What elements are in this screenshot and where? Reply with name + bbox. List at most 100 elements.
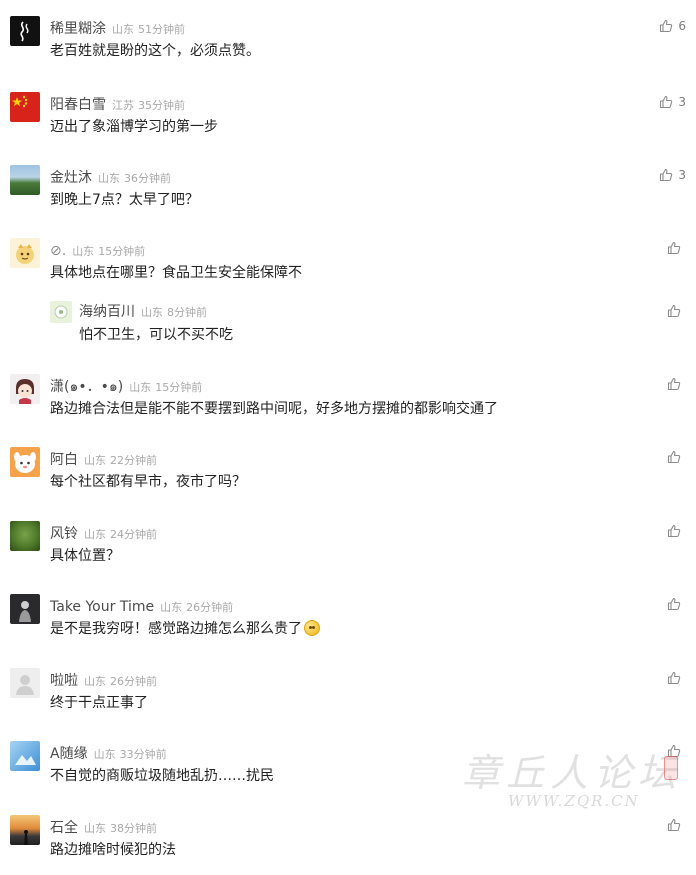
region: 山东 [72, 245, 95, 258]
comment-meta: 山东 24分钟前 [84, 528, 157, 541]
avatar[interactable] [10, 668, 40, 698]
thumbs-up-icon [667, 450, 681, 464]
avatar[interactable] [10, 815, 40, 845]
comment-meta: 山东 15分钟前 [129, 381, 202, 394]
username[interactable]: 阳春白雪 [50, 97, 106, 113]
like-button[interactable] [667, 303, 686, 319]
comment-text: 不自觉的商贩垃圾随地乱扔……扰民 [50, 768, 274, 784]
comment-text: 路边摊合法但是能不能不要摆到路中间呢，好多地方摆摊的都影响交通了 [50, 401, 498, 417]
like-count: 3 [678, 168, 686, 182]
avatar[interactable] [10, 238, 40, 268]
region: 山东 [129, 381, 152, 394]
comment-text: 迈出了象淄博学习的第一步 [50, 119, 218, 135]
thumbs-up-icon [667, 241, 681, 255]
like-button[interactable] [667, 670, 686, 686]
thumbs-up-icon [667, 304, 681, 318]
like-button[interactable] [667, 817, 686, 833]
timestamp: 15分钟前 [98, 245, 146, 258]
region: 山东 [160, 601, 183, 614]
like-button[interactable] [667, 240, 686, 256]
timestamp: 35分钟前 [138, 99, 185, 112]
thumbs-up-icon [667, 671, 681, 685]
region: 山东 [93, 748, 116, 761]
thumbs-up-icon [660, 95, 673, 109]
comment-item: 阿白 山东 22分钟前 每个社区都有早市，夜市了吗？ [0, 447, 696, 495]
username[interactable]: 海纳百川 [79, 304, 135, 320]
like-button[interactable]: 6 [659, 18, 686, 34]
like-button[interactable]: 3 [659, 94, 686, 110]
reply-text: 怕不卫生，可以不买不吃 [79, 327, 233, 343]
username[interactable]: 风铃 [50, 526, 78, 542]
comment-item: 金灶沐 山东 36分钟前 到晚上7点？太早了吧？ 3 [0, 165, 696, 213]
timestamp: 36分钟前 [124, 172, 171, 185]
timestamp: 51分钟前 [138, 23, 185, 36]
comment-meta: 江苏 35分钟前 [112, 99, 185, 112]
embarrassed-emoji [304, 620, 320, 636]
comment-text: 具体地点在哪里？食品卫生安全能保障不 [50, 265, 302, 281]
comment-meta: 山东 38分钟前 [84, 822, 157, 835]
avatar[interactable] [10, 16, 40, 46]
comment-text: 具体位置？ [50, 548, 120, 564]
timestamp: 38分钟前 [110, 822, 157, 835]
region: 山东 [84, 822, 106, 835]
comment-meta: 山东 26分钟前 [84, 675, 157, 688]
comment-item: 潇(๑•．•๑) 山东 15分钟前 路边摊合法但是能不能不要摆到路中间呢，好多地方摆… [0, 374, 696, 422]
thumbs-up-icon [660, 19, 673, 33]
username[interactable]: 潇(๑•．•๑) [50, 379, 123, 395]
region: 山东 [84, 528, 106, 541]
avatar[interactable] [10, 447, 40, 477]
like-button[interactable] [667, 596, 686, 612]
comment-text: 路边摊啥时候犯的法 [50, 842, 176, 858]
comment-meta: 山东 51分钟前 [112, 23, 185, 36]
comment-text: 到晚上7点？太早了吧？ [50, 192, 199, 208]
timestamp: 24分钟前 [110, 528, 157, 541]
username[interactable]: 阿白 [50, 452, 78, 468]
timestamp: 33分钟前 [119, 748, 167, 761]
comment-meta: 山东 36分钟前 [98, 172, 171, 185]
comment-meta: 山东 22分钟前 [84, 454, 157, 467]
comment-meta: 山东 26分钟前 [160, 601, 233, 614]
like-button[interactable] [667, 449, 686, 465]
comment-item: 啦啦 山东 26分钟前 终于干点正事了 [0, 668, 696, 716]
comment-text: 每个社区都有早市，夜市了吗？ [50, 474, 246, 490]
timestamp: 8分钟前 [167, 306, 207, 319]
thumbs-up-icon [667, 377, 681, 391]
username[interactable]: 啦啦 [50, 673, 78, 689]
avatar[interactable] [10, 741, 40, 771]
avatar[interactable] [10, 594, 40, 624]
avatar[interactable] [10, 521, 40, 551]
thumbs-up-icon [667, 818, 681, 832]
like-button[interactable] [667, 376, 686, 392]
avatar[interactable] [50, 301, 72, 323]
comment-item: 稀里糊涂 山东 51分钟前 老百姓就是盼的这个，必须点赞。 6 [0, 16, 696, 64]
username[interactable]: Take Your Time [50, 599, 154, 615]
region: 山东 [84, 454, 106, 467]
avatar[interactable] [10, 92, 40, 122]
thumbs-up-icon [667, 744, 681, 758]
comment-item: 阳春白雪 江苏 35分钟前 迈出了象淄博学习的第一步 3 [0, 92, 696, 140]
timestamp: 26分钟前 [186, 601, 234, 614]
reply-item: 海纳百川 山东 8分钟前 怕不卫生，可以不买不吃 [50, 301, 696, 346]
comment-item: Take Your Time 山东 26分钟前 是不是我穷呀！感觉路边摊怎么那么贵了 [0, 594, 696, 642]
region: 江苏 [112, 99, 134, 112]
avatar[interactable] [10, 165, 40, 195]
comment-meta: 山东 33分钟前 [94, 748, 167, 761]
avatar[interactable] [10, 374, 40, 404]
like-button[interactable] [667, 523, 686, 539]
region: 山东 [112, 23, 134, 36]
like-button[interactable] [667, 743, 686, 759]
like-button[interactable]: 3 [659, 167, 686, 183]
comment-item: 风铃 山东 24分钟前 具体位置？ [0, 521, 696, 569]
username[interactable]: ⊘. [50, 243, 66, 259]
timestamp: 22分钟前 [110, 454, 157, 467]
watermark-url: WWW.ZQR.CN [508, 792, 640, 810]
region: 山东 [84, 675, 106, 688]
region: 山东 [98, 172, 120, 185]
username[interactable]: 石全 [50, 820, 78, 836]
username[interactable]: A随缘 [50, 746, 88, 762]
comment-text: 是不是我穷呀！感觉路边摊怎么那么贵了 [50, 620, 320, 638]
comment-text: 终于干点正事了 [50, 695, 148, 711]
username[interactable]: 金灶沐 [50, 170, 92, 186]
username[interactable]: 稀里糊涂 [50, 21, 106, 37]
thumbs-up-icon [660, 168, 673, 182]
